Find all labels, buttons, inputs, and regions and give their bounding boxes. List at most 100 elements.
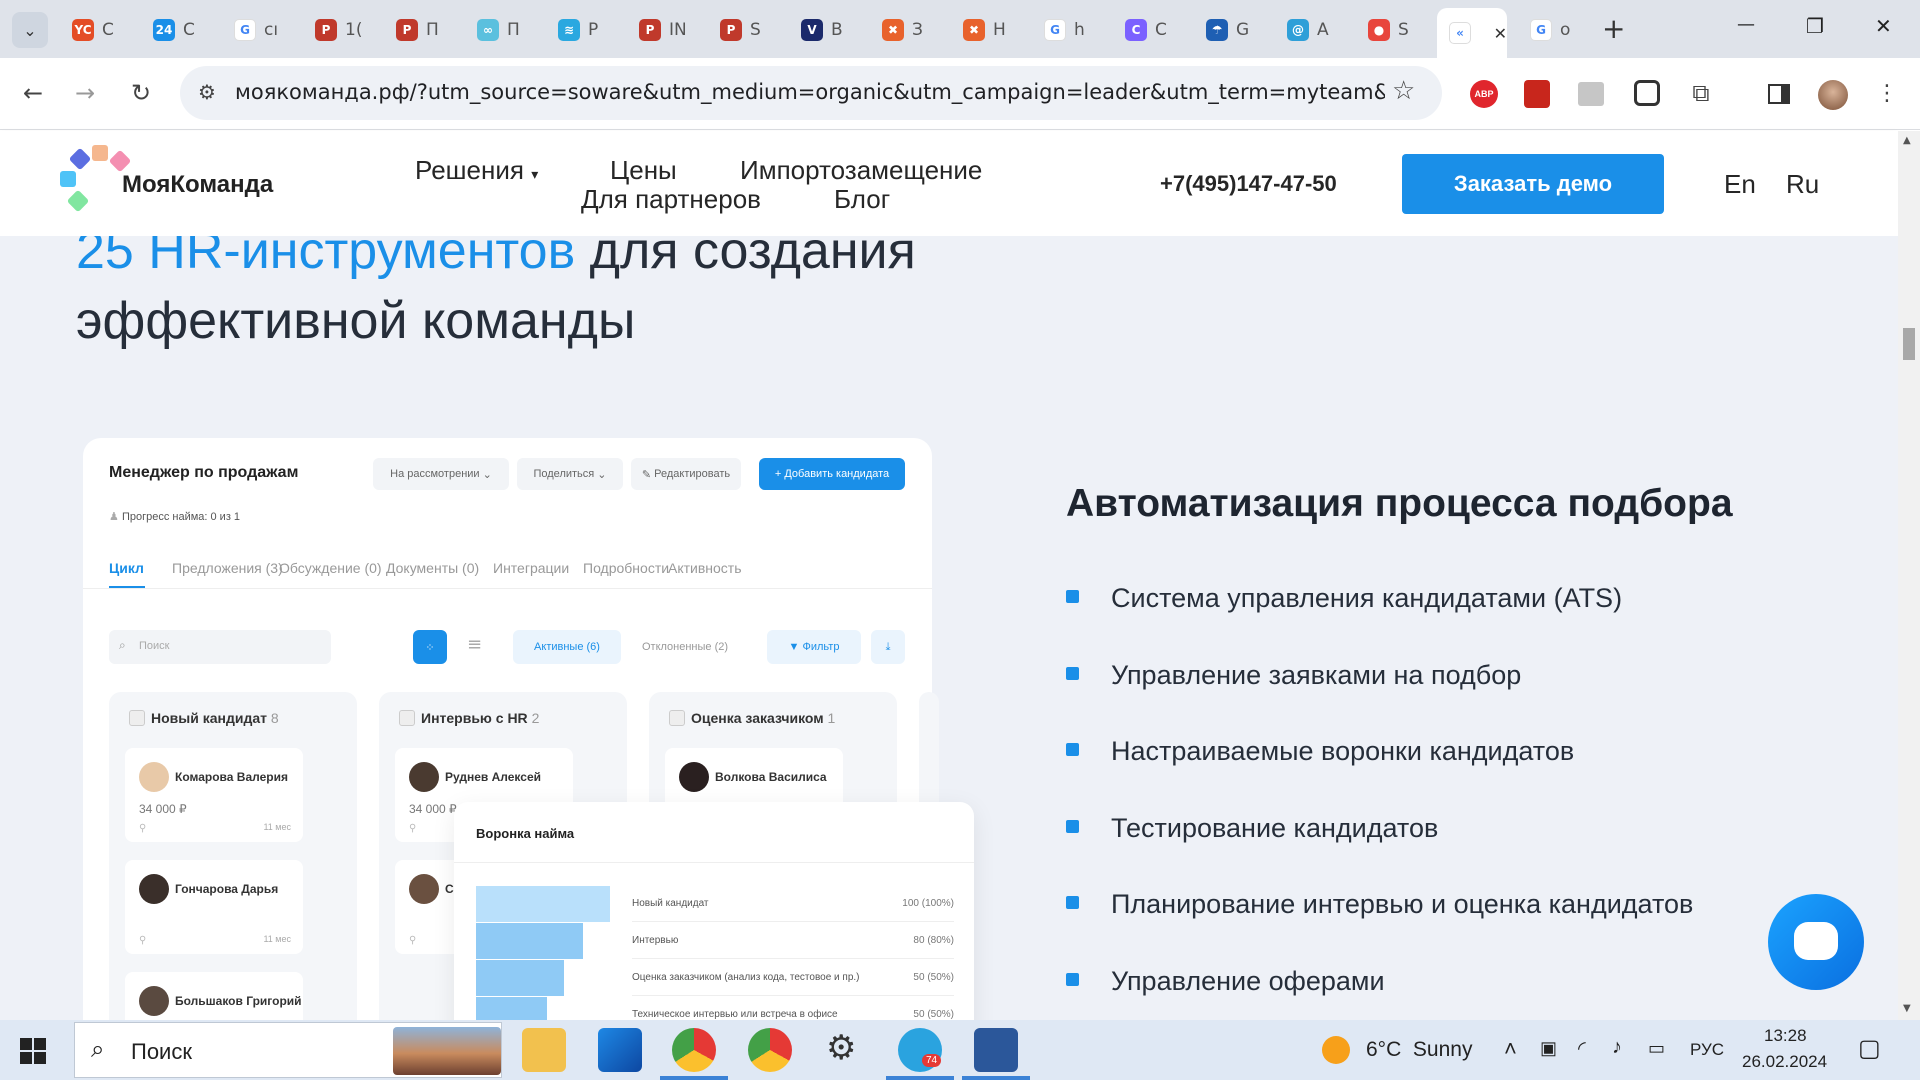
browser-tab[interactable]: ● S [1356, 10, 1436, 50]
list-view-icon[interactable]: ≡ [467, 634, 482, 655]
word-icon[interactable] [974, 1028, 1018, 1072]
browser-tab[interactable]: PS [708, 10, 788, 50]
column-checkbox[interactable] [669, 710, 685, 726]
browser-tab[interactable]: Gо [1518, 10, 1598, 50]
address-bar[interactable]: ⚙ моякоманда.рф/?utm_source=soware&utm_m… [180, 66, 1442, 120]
nav-blog[interactable]: Блог [834, 184, 890, 215]
card-tab[interactable]: Интеграции [493, 560, 569, 576]
lang-ru[interactable]: Ru [1786, 169, 1819, 200]
candidate-card[interactable]: Комарова Валерия 34 000 ₽ ⚲ 11 мес [125, 748, 303, 842]
candidate-card[interactable]: Большаков Григорий⚲11 мес [125, 972, 303, 1020]
new-tab-button[interactable]: + [1602, 12, 1625, 45]
column-checkbox[interactable] [129, 710, 145, 726]
reader-icon[interactable] [1578, 82, 1604, 106]
page-scrollbar[interactable]: ▲ ▼ [1898, 131, 1920, 1020]
scroll-up-icon[interactable]: ▲ [1903, 135, 1911, 146]
browser-tab[interactable]: Gcı [222, 10, 302, 50]
browser-tab[interactable]: YC С [60, 10, 140, 50]
url-text[interactable]: моякоманда.рф/?utm_source=soware&utm_med… [235, 80, 1385, 104]
browser-tab[interactable]: ☂ G [1194, 10, 1274, 50]
close-tab-icon[interactable]: ✕ [1494, 24, 1507, 43]
browser-tab[interactable]: P 1( [303, 10, 383, 50]
menu-icon[interactable]: ⋮ [1872, 78, 1902, 108]
browser-tab[interactable]: ✖ З [870, 10, 950, 50]
clock-date[interactable]: 26.02.2024 [1742, 1052, 1827, 1072]
close-window-button[interactable]: ✕ [1875, 14, 1892, 38]
puzzle-icon[interactable]: ⧉ [1686, 78, 1716, 108]
rejected-filter-button[interactable]: Отклоненные (2) [631, 630, 739, 664]
reload-icon[interactable]: ↻ [126, 78, 156, 108]
browser-tab[interactable]: P IN [627, 10, 707, 50]
tab-search-button[interactable]: ⌄ [12, 12, 48, 48]
bookmark-star-icon[interactable]: ☆ [1392, 76, 1415, 106]
board-view-button[interactable]: ⁘ [413, 630, 447, 664]
browser-tab[interactable]: ∞ П [465, 10, 545, 50]
browser-tab[interactable]: VВ [789, 10, 869, 50]
active-filter-button[interactable]: Активные (6) [513, 630, 621, 664]
settings-gear-icon[interactable]: ⚙ [826, 1028, 856, 1068]
card-tab[interactable]: Документы (0) [386, 560, 479, 576]
restore-button[interactable]: ❐ [1806, 14, 1824, 38]
file-explorer-icon[interactable] [522, 1028, 566, 1072]
add-candidate-button[interactable]: + Добавить кандидата [759, 458, 905, 490]
chat-widget-button[interactable] [1768, 894, 1864, 990]
volume-icon[interactable]: ♪ [1612, 1036, 1622, 1059]
browser-tab[interactable]: CС [1113, 10, 1193, 50]
status-select[interactable]: На рассмотрении ⌄ [373, 458, 509, 490]
phone-link[interactable]: +7(495)147-47-50 [1160, 171, 1337, 197]
candidate-search[interactable]: ⌕ Поиск [109, 630, 331, 664]
sidebar-icon[interactable] [1768, 84, 1790, 104]
column-checkbox[interactable] [399, 710, 415, 726]
browser-tab[interactable]: 24 С [141, 10, 221, 50]
card-tab[interactable]: Цикл [109, 560, 144, 576]
clock-time[interactable]: 13:28 [1764, 1026, 1807, 1046]
logo[interactable]: МояКоманда [58, 141, 298, 221]
card-tab[interactable]: Обсуждение (0) [279, 560, 382, 576]
tab-copy-icon[interactable] [1634, 80, 1660, 106]
nav-import[interactable]: Импортозамещение [740, 155, 982, 186]
input-language[interactable]: РУС [1690, 1040, 1724, 1060]
nav-solutions[interactable]: Решения ▾ [415, 155, 538, 186]
lang-en[interactable]: En [1724, 169, 1756, 200]
edit-button[interactable]: ✎ Редактировать [631, 458, 741, 490]
candidate-name: Комарова Валерия [175, 770, 288, 784]
card-tab[interactable]: Активность [668, 560, 742, 576]
chrome-profile-icon[interactable] [672, 1028, 716, 1072]
chrome-icon[interactable] [748, 1028, 792, 1072]
edit-label: Редактировать [654, 468, 731, 480]
browser-tab[interactable]: PП [384, 10, 464, 50]
download-button[interactable]: ⤓ [871, 630, 905, 664]
notifications-icon[interactable]: ▢ [1858, 1034, 1881, 1063]
browser-tab[interactable]: @ A [1275, 10, 1355, 50]
scroll-down-icon[interactable]: ▼ [1903, 1003, 1911, 1014]
pdf-icon[interactable] [1524, 80, 1550, 108]
back-icon[interactable]: ← [18, 78, 48, 108]
chevron-up-icon[interactable]: ˄ [1504, 1036, 1517, 1062]
profile-avatar[interactable] [1818, 80, 1848, 110]
wifi-icon[interactable]: ◜ [1578, 1036, 1586, 1061]
nav-prices[interactable]: Цены [610, 155, 677, 186]
start-button[interactable] [20, 1038, 46, 1064]
meet-now-icon[interactable]: ▣ [1540, 1038, 1557, 1059]
feature-text: Управление заявками на подбор [1111, 659, 1522, 690]
share-select[interactable]: Поделиться ⌄ [517, 458, 623, 490]
abp-icon[interactable]: ABP [1470, 80, 1498, 108]
browser-tab[interactable]: ≋ P [546, 10, 626, 50]
scrollbar-thumb[interactable] [1903, 328, 1915, 360]
site-info-icon[interactable]: ⚙ [198, 80, 216, 104]
browser-tab[interactable]: « « ✕ [1437, 8, 1507, 58]
nav-partners[interactable]: Для партнеров [581, 184, 761, 215]
browser-tab[interactable]: Gh [1032, 10, 1112, 50]
forward-icon[interactable]: → [70, 78, 100, 108]
order-demo-button[interactable]: Заказать демо [1402, 154, 1664, 214]
card-tab[interactable]: Предложения (3) [172, 560, 283, 576]
battery-icon[interactable]: ▭ [1648, 1038, 1665, 1059]
taskbar-search[interactable]: ⌕ Поиск [74, 1022, 502, 1078]
candidate-card[interactable]: Гончарова Дарья ⚲ 11 мес [125, 860, 303, 954]
photos-icon[interactable] [598, 1028, 642, 1072]
minimize-button[interactable]: — [1737, 14, 1755, 35]
weather-widget[interactable]: 6°C Sunny [1366, 1038, 1472, 1062]
card-tab[interactable]: Подробности [583, 560, 669, 576]
browser-tab[interactable]: ✖ Н [951, 10, 1031, 50]
filter-button[interactable]: ▼ Фильтр [767, 630, 861, 664]
